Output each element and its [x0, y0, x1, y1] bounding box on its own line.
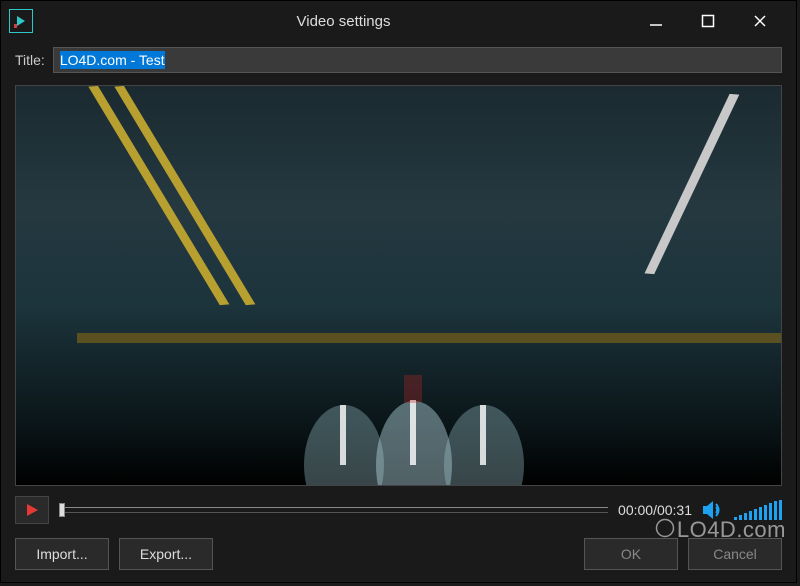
seek-handle[interactable]	[59, 503, 65, 517]
footer-buttons: Import... Export... OK Cancel	[15, 538, 782, 570]
volume-slider[interactable]	[734, 500, 782, 520]
video-frame	[16, 86, 781, 485]
volume-button[interactable]	[702, 500, 724, 520]
app-icon	[9, 9, 33, 33]
play-button[interactable]	[15, 496, 49, 524]
title-row: Title: LO4D.com - Test	[15, 47, 782, 73]
titlebar: Video settings	[1, 1, 796, 41]
import-button[interactable]: Import...	[15, 538, 109, 570]
time-display: 00:00/00:31	[618, 502, 692, 518]
volume-icon	[702, 500, 724, 520]
minimize-button[interactable]	[644, 9, 668, 33]
maximize-button[interactable]	[696, 9, 720, 33]
title-input-value: LO4D.com - Test	[60, 51, 165, 69]
seek-slider[interactable]	[59, 507, 608, 513]
video-settings-window: Video settings Title: LO4D.com - Test	[0, 0, 797, 583]
export-button[interactable]: Export...	[119, 538, 213, 570]
window-title: Video settings	[43, 13, 644, 30]
content-area: Title: LO4D.com - Test	[1, 41, 796, 582]
video-preview[interactable]	[15, 85, 782, 486]
title-input[interactable]: LO4D.com - Test	[53, 47, 782, 73]
title-label: Title:	[15, 52, 45, 68]
playback-controls: 00:00/00:31	[15, 496, 782, 524]
ok-button[interactable]: OK	[584, 538, 678, 570]
window-controls	[644, 9, 796, 33]
close-button[interactable]	[748, 9, 772, 33]
cancel-button[interactable]: Cancel	[688, 538, 782, 570]
play-icon	[25, 503, 39, 517]
